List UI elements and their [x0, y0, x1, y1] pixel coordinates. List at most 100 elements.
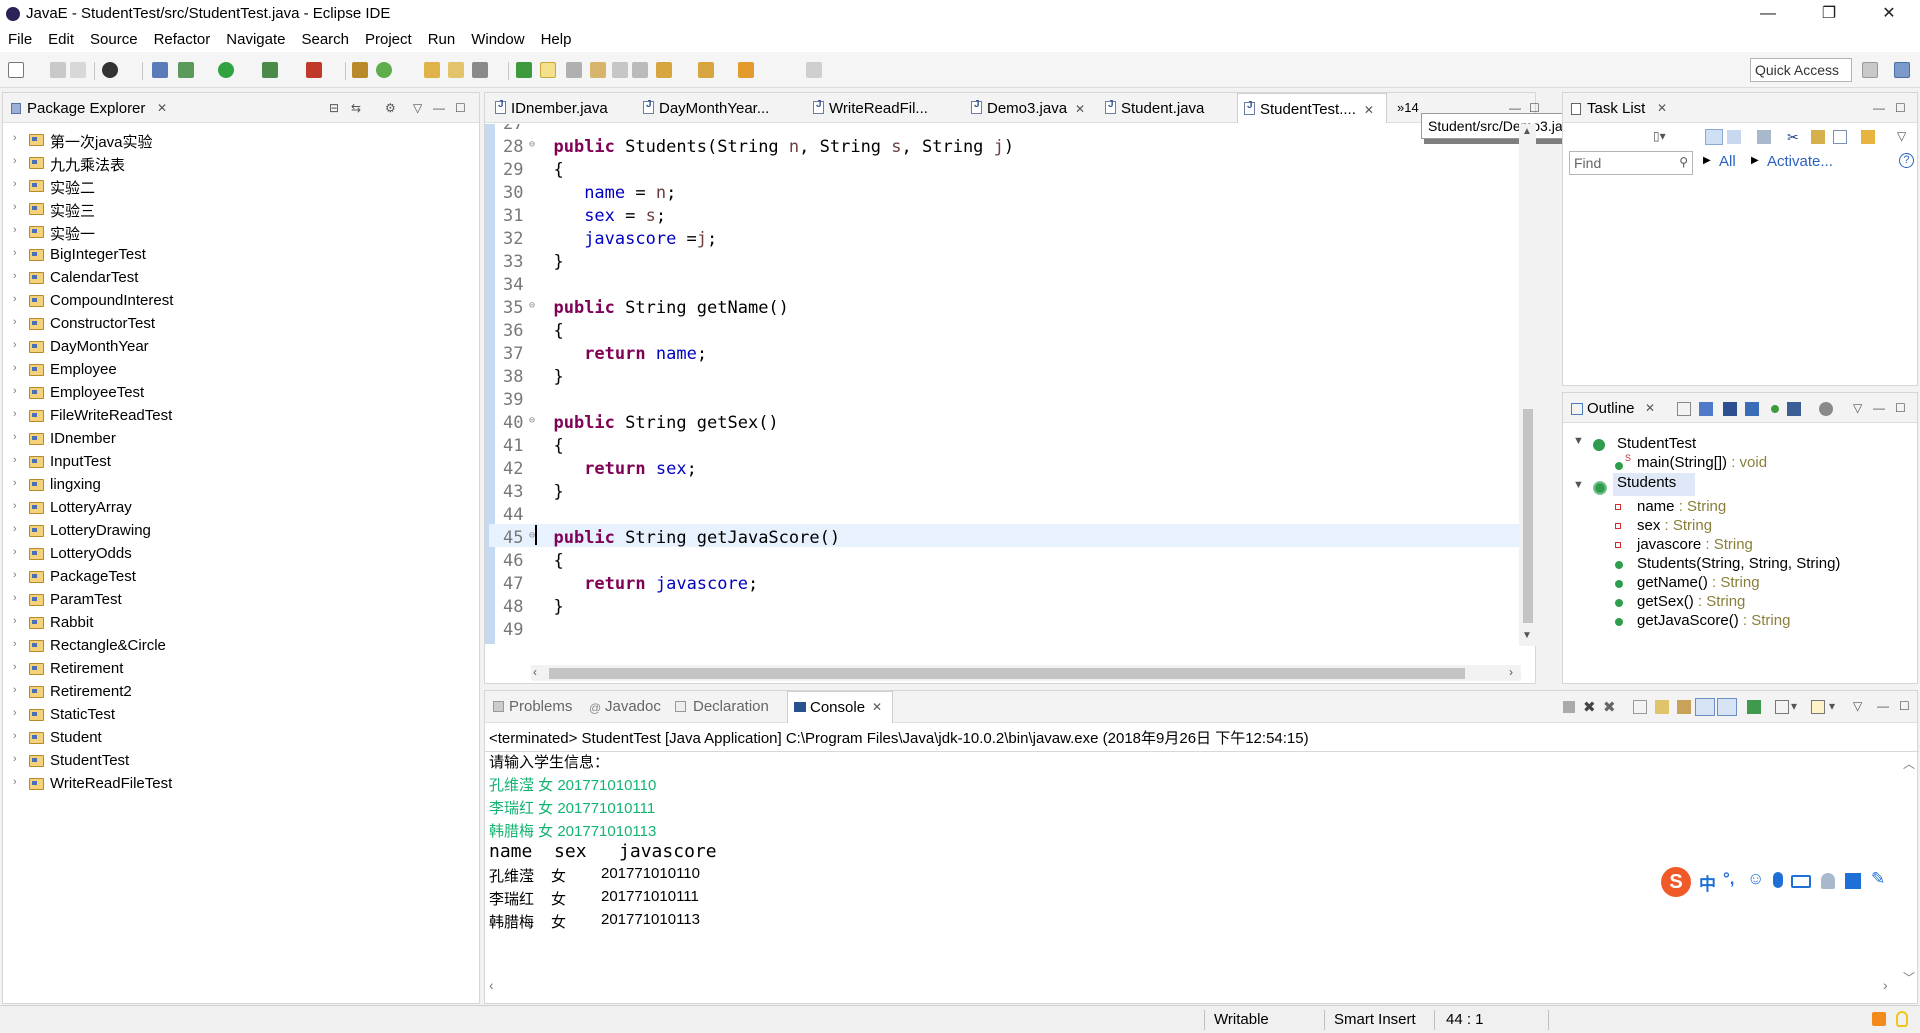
chevron-right-icon[interactable]: › — [13, 385, 17, 397]
minimize-view-icon[interactable]: — — [1873, 401, 1885, 415]
chevron-right-icon[interactable]: › — [13, 293, 17, 305]
tab-declaration[interactable]: Declaration — [693, 698, 769, 715]
emoji-icon[interactable]: ☺ — [1747, 869, 1764, 889]
project-tree-item[interactable]: › CompoundInterest — [3, 291, 473, 314]
show-whitespace-icon[interactable] — [612, 62, 628, 78]
microphone-icon[interactable] — [1773, 872, 1783, 888]
tab-student-java[interactable]: Student.java — [1099, 93, 1227, 123]
toggle-block-selection-icon[interactable] — [566, 62, 582, 78]
code-line[interactable]: 31 sex = s; — [489, 205, 1519, 228]
chevron-right-icon[interactable]: › — [13, 684, 17, 696]
toggle-annotation-icon[interactable] — [516, 62, 532, 78]
tab-console-active[interactable]: Console ✕ — [787, 691, 893, 723]
sync-icon[interactable] — [1833, 130, 1847, 144]
project-tree-item[interactable]: › ParamTest — [3, 590, 473, 613]
previous-annotation-icon[interactable] — [698, 62, 714, 78]
view-menu-icon[interactable]: ▽ — [1897, 129, 1906, 143]
project-tree-item[interactable]: › LotteryOdds — [3, 544, 473, 567]
debug-icon[interactable] — [178, 62, 194, 78]
project-tree-item[interactable]: › LotteryDrawing — [3, 521, 473, 544]
hidden-tabs-button[interactable]: »14 — [1397, 100, 1419, 115]
project-tree-item[interactable]: › lingxing — [3, 475, 473, 498]
maximize-view-icon[interactable]: ☐ — [1895, 101, 1906, 115]
project-tree-item[interactable]: › BigIntegerTest — [3, 245, 473, 268]
package-explorer-title[interactable]: Package Explorer — [27, 100, 145, 117]
code-line[interactable]: 28 ⊖ public Students(String n, String s, … — [489, 136, 1519, 159]
code-line[interactable]: 46 { — [489, 550, 1519, 573]
code-line[interactable]: 47 return javascore; — [489, 573, 1519, 596]
menu-source[interactable]: Source — [82, 28, 146, 52]
new-task-icon[interactable]: ▯▾ — [1653, 129, 1666, 143]
chevron-right-icon[interactable]: › — [13, 753, 17, 765]
pin-console-icon[interactable] — [1747, 700, 1761, 714]
user-icon[interactable] — [1821, 873, 1835, 889]
show-stdout-icon[interactable] — [1695, 698, 1715, 716]
terminate-icon[interactable] — [1563, 701, 1575, 713]
hide-static-icon[interactable] — [1745, 402, 1759, 416]
scroll-down-icon[interactable]: ▼ — [1522, 630, 1532, 641]
project-tree-item[interactable]: › EmployeeTest — [3, 383, 473, 406]
view-menu-icon[interactable]: ▽ — [1853, 699, 1862, 713]
back-icon[interactable] — [738, 62, 754, 78]
next-annotation-icon[interactable] — [656, 62, 672, 78]
chevron-right-icon[interactable]: › — [13, 730, 17, 742]
project-tree-item[interactable]: › Retirement2 — [3, 682, 473, 705]
display-console-icon[interactable] — [1775, 700, 1789, 714]
chevron-right-icon[interactable]: › — [13, 178, 17, 190]
hide-local-types-icon[interactable] — [1787, 402, 1801, 416]
coverage-icon[interactable] — [262, 62, 278, 78]
h-scrollbar-thumb[interactable] — [549, 668, 1465, 679]
close-tab-icon[interactable]: ✕ — [1075, 102, 1085, 116]
chevron-right-icon[interactable]: › — [13, 523, 17, 535]
maximize-view-icon[interactable]: ☐ — [455, 101, 466, 115]
chevron-right-icon[interactable]: › — [13, 546, 17, 558]
menu-file[interactable]: File — [0, 28, 40, 52]
code-line[interactable]: 49 — [489, 619, 1519, 640]
code-line[interactable]: 40 ⊖ public String getSex() — [489, 412, 1519, 435]
skip-breakpoints-icon[interactable] — [152, 62, 168, 78]
code-line[interactable]: 32 javascore =j; — [489, 228, 1519, 251]
run-icon[interactable] — [218, 62, 234, 78]
focus-icon[interactable] — [1861, 130, 1875, 144]
sort-icon[interactable] — [1699, 402, 1713, 416]
outline-class-students[interactable]: Students — [1617, 474, 1676, 497]
chevron-right-icon[interactable]: › — [13, 201, 17, 213]
collapse-icon[interactable] — [1811, 130, 1825, 144]
project-tree-item[interactable]: › LotteryArray — [3, 498, 473, 521]
maximize-view-icon[interactable]: ☐ — [1899, 699, 1910, 713]
project-tree-item[interactable]: › IDnember — [3, 429, 473, 452]
chevron-right-icon[interactable]: › — [13, 454, 17, 466]
hide-icon[interactable]: ✂ — [1787, 129, 1799, 146]
scroll-right-icon[interactable]: › — [1509, 665, 1513, 679]
close-tab-icon[interactable]: ✕ — [872, 700, 882, 714]
categorize-icon[interactable] — [1705, 129, 1723, 145]
code-line[interactable]: 37 return name; — [489, 343, 1519, 366]
outline-member[interactable]: getJavaScore() : String — [1637, 612, 1790, 635]
keyboard-icon[interactable] — [1791, 875, 1811, 888]
save-icon[interactable] — [50, 62, 66, 78]
remove-all-launches-icon[interactable]: ✖ — [1603, 698, 1616, 716]
project-tree-item[interactable]: › Rabbit — [3, 613, 473, 636]
project-tree-item[interactable]: › StaticTest — [3, 705, 473, 728]
outline-title[interactable]: Outline — [1587, 400, 1635, 417]
code-line[interactable]: 38 } — [489, 366, 1519, 389]
sogou-logo-icon[interactable]: S — [1661, 867, 1691, 897]
chevron-right-icon[interactable]: › — [13, 362, 17, 374]
chevron-right-icon[interactable]: › — [13, 132, 17, 144]
skin-icon[interactable] — [1845, 873, 1861, 889]
project-tree-item[interactable]: › 九九乘法表 — [3, 153, 473, 176]
collapse-all-icon[interactable] — [1677, 402, 1691, 416]
code-line[interactable]: 34 — [489, 274, 1519, 297]
close-button[interactable]: ✕ — [1866, 0, 1912, 28]
chevron-right-icon[interactable]: › — [13, 776, 17, 788]
code-line[interactable]: 36 { — [489, 320, 1519, 343]
all-link[interactable]: All — [1719, 153, 1736, 170]
chevron-right-icon[interactable]: › — [13, 339, 17, 351]
close-tab-icon[interactable]: ✕ — [1657, 101, 1667, 115]
collapse-all-icon[interactable]: ⊟ — [329, 101, 339, 115]
scroll-up-icon[interactable]: ▲ — [1522, 126, 1532, 137]
account-icon[interactable] — [102, 62, 118, 78]
menu-window[interactable]: Window — [463, 28, 532, 52]
menu-navigate[interactable]: Navigate — [218, 28, 293, 52]
scroll-up-icon[interactable]: ︿ — [1903, 755, 1915, 772]
